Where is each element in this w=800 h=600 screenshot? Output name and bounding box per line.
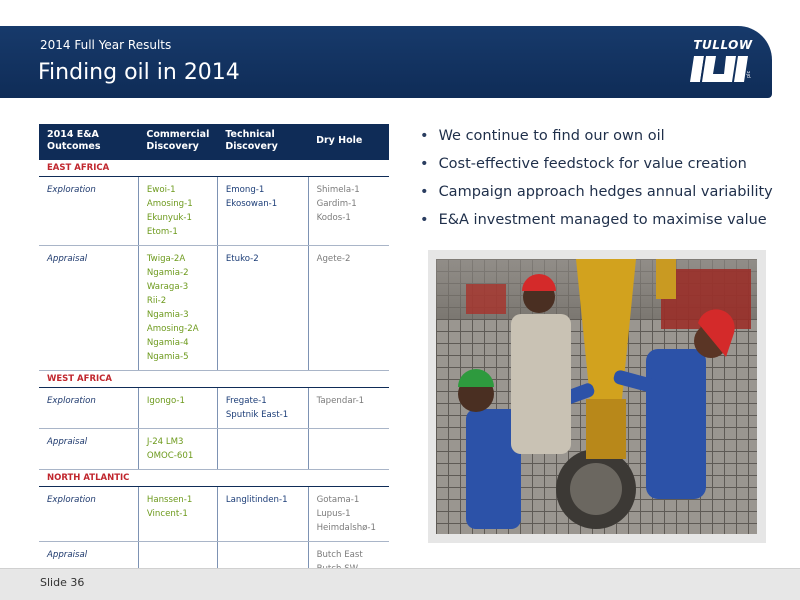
region-row: EAST AFRICA: [39, 158, 389, 177]
column-header: Commercial Discovery: [138, 124, 218, 159]
region-label: EAST AFRICA: [39, 158, 389, 177]
logo-mark-icon: plc: [690, 56, 752, 82]
slide-number: Slide 36: [40, 576, 85, 589]
key-points-list: We continue to find our own oil Cost-eff…: [420, 122, 773, 234]
outcome-type-cell: Exploration: [39, 486, 139, 542]
outcome-type-cell: Exploration: [39, 387, 139, 429]
dry-hole-cell: Agete-2: [308, 245, 389, 371]
commercial-discovery-cell: Hanssen-1 Vincent-1: [138, 486, 218, 542]
well-name: Ngamia-2: [146, 267, 189, 278]
dry-hole-cell: [308, 428, 389, 470]
table-row: Exploration Igongo-1 Fregate-1 Sputnik East…: [39, 387, 389, 429]
well-name: Kodos-1: [316, 212, 351, 223]
bullet-item: Campaign approach hedges annual variabil…: [420, 178, 773, 206]
footer-bar: [0, 568, 800, 600]
dry-hole-cell: Gotama-1 Lupus-1 Heimdalshø-1: [308, 486, 389, 542]
commercial-discovery-cell: J-24 LM3 OMOC-601: [138, 428, 218, 470]
well-name: Igongo-1: [146, 395, 185, 406]
well-name: Fregate-1: [225, 395, 267, 406]
drilling-crew-photo: [436, 259, 757, 534]
well-name: OMOC-601: [146, 450, 194, 461]
region-label: NORTH ATLANTIC: [39, 468, 389, 487]
table-header-row: 2014 E&A Outcomes Commercial Discovery T…: [39, 124, 389, 159]
well-name: Ngamia-4: [146, 337, 189, 348]
bullet-item: We continue to find our own oil: [420, 122, 773, 150]
bullet-item: Cost-effective feedstock for value creat…: [420, 150, 773, 178]
table-row: Appraisal J-24 LM3 OMOC-601: [39, 428, 389, 470]
well-name: Ewoi-1: [146, 184, 176, 195]
commercial-discovery-cell: Twiga-2A Ngamia-2 Waraga-3 Rii-2 Ngamia-3 Amo…: [138, 245, 218, 371]
well-name: Agete-2: [316, 253, 351, 264]
bullet-item: E&A investment managed to maximise value: [420, 206, 773, 234]
well-name: Ngamia-5: [146, 351, 189, 362]
outcomes-table: 2014 E&A Outcomes Commercial Discovery T…: [39, 124, 389, 583]
column-header: Dry Hole: [308, 124, 389, 159]
technical-discovery-cell: Etuko-2: [217, 245, 309, 371]
commercial-discovery-cell: Igongo-1: [138, 387, 218, 429]
well-name: Gotama-1: [316, 494, 360, 505]
tullow-logo: TULLOW plc: [690, 38, 756, 90]
well-name: Etuko-2: [225, 253, 259, 264]
well-name: Shimela-1: [316, 184, 360, 195]
well-name: Amosing-2A: [146, 323, 199, 334]
dry-hole-cell: Tapendar-1: [308, 387, 389, 429]
well-name: Waraga-3: [146, 281, 189, 292]
technical-discovery-cell: Langlitinden-1: [217, 486, 309, 542]
well-name: Emong-1: [225, 184, 265, 195]
technical-discovery-cell: [217, 428, 309, 470]
well-name: J-24 LM3: [146, 436, 184, 447]
well-name: Heimdalshø-1: [316, 522, 376, 533]
table-row: Exploration Ewoi-1 Amosing-1 Ekunyuk-1 Etom-…: [39, 176, 389, 246]
well-name: Gardim-1: [316, 198, 357, 209]
well-name: Rii-2: [146, 295, 167, 306]
technical-discovery-cell: Fregate-1 Sputnik East-1: [217, 387, 309, 429]
table-row: Appraisal Twiga-2A Ngamia-2 Waraga-3 Rii-2 Ng…: [39, 245, 389, 371]
well-name: Hanssen-1: [146, 494, 193, 505]
presentation-subtitle: 2014 Full Year Results: [40, 38, 172, 52]
technical-discovery-cell: Emong-1 Ekosowan-1: [217, 176, 309, 246]
outcome-type-cell: Appraisal: [39, 428, 139, 470]
well-name: Ekosowan-1: [225, 198, 278, 209]
outcome-type-cell: Appraisal: [39, 245, 139, 371]
column-header: Technical Discovery: [217, 124, 309, 159]
well-name: Vincent-1: [146, 508, 188, 519]
region-row: NORTH ATLANTIC: [39, 468, 389, 487]
slide-title: Finding oil in 2014: [38, 60, 240, 85]
well-name: Lupus-1: [316, 508, 351, 519]
outcome-type-cell: Exploration: [39, 176, 139, 246]
well-name: Ekunyuk-1: [146, 212, 192, 223]
dry-hole-cell: Shimela-1 Gardim-1 Kodos-1: [308, 176, 389, 246]
well-name: Twiga-2A: [146, 253, 186, 264]
well-name: Sputnik East-1: [225, 409, 289, 420]
well-name: Langlitinden-1: [225, 494, 288, 505]
region-label: WEST AFRICA: [39, 369, 389, 388]
well-name: Butch East: [316, 549, 363, 560]
table-row: Exploration Hanssen-1 Vincent-1 Langlitinde…: [39, 486, 389, 542]
well-name: Ngamia-3: [146, 309, 189, 320]
well-name: Tapendar-1: [316, 395, 365, 406]
region-row: WEST AFRICA: [39, 369, 389, 388]
column-header: 2014 E&A Outcomes: [39, 124, 139, 159]
commercial-discovery-cell: Ewoi-1 Amosing-1 Ekunyuk-1 Etom-1: [138, 176, 218, 246]
well-name: Amosing-1: [146, 198, 193, 209]
logo-suffix: plc: [746, 70, 752, 78]
well-name: Etom-1: [146, 226, 178, 237]
